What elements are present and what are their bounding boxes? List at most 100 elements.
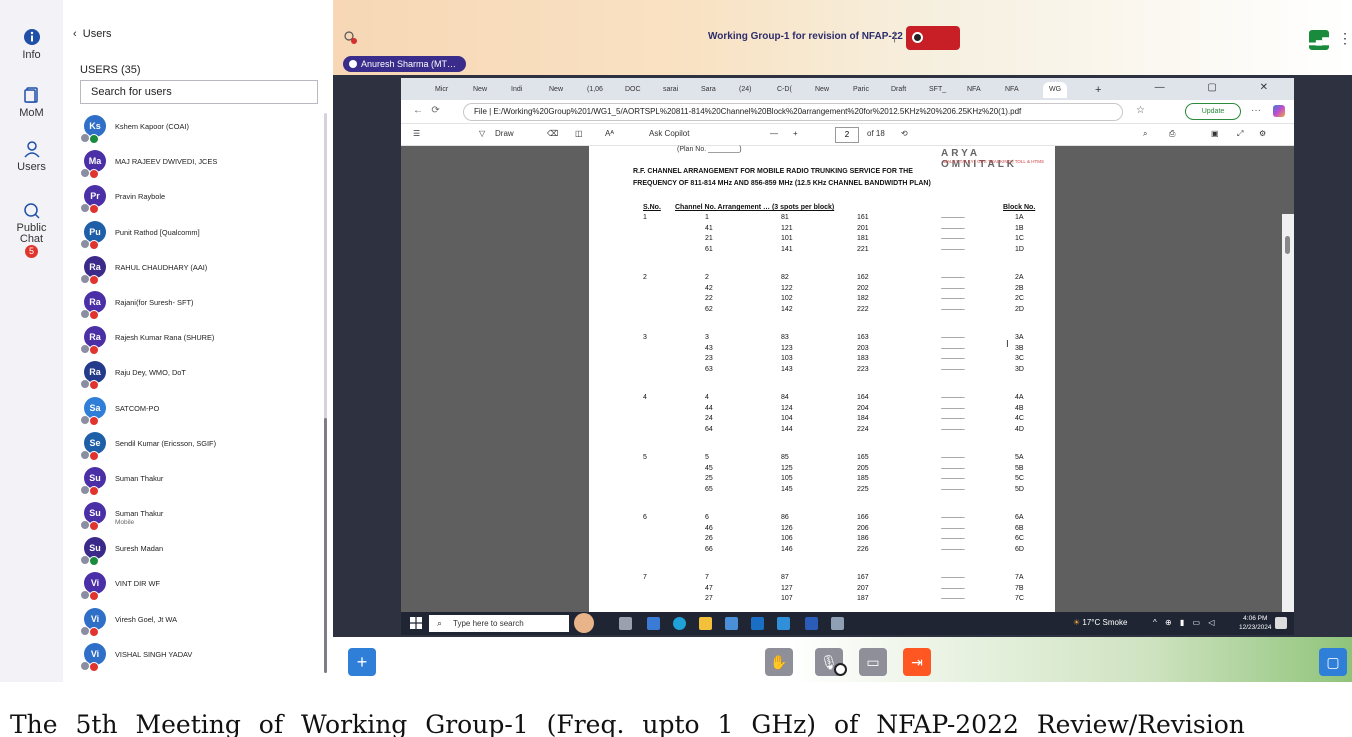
edge-icon[interactable]	[673, 617, 686, 630]
browser-tab[interactable]: New	[549, 82, 563, 98]
back-forward-reload-icons[interactable]: ← ⟳	[413, 105, 440, 116]
user-list-item[interactable]: Vi VISHAL SINGH YADAV	[80, 642, 310, 677]
user-list-item[interactable]: Sa SATCOM-PO	[80, 396, 310, 431]
user-list-item[interactable]: Pu Punit Rathod [Qualcomm]	[80, 220, 310, 255]
bing-avatar-icon[interactable]	[574, 613, 594, 633]
scrollbar-thumb[interactable]	[324, 418, 327, 673]
ellipsis-icon[interactable]: ···	[1251, 105, 1261, 116]
user-list-item[interactable]: Ra Rajesh Kumar Rana (SHURE)	[80, 325, 310, 360]
page-number-input[interactable]: 2	[835, 127, 859, 143]
view-icon[interactable]: ◫	[575, 129, 583, 138]
dash-separator: --------------------	[941, 296, 965, 302]
browser-tab[interactable]: NFA	[1005, 82, 1019, 98]
mute-button[interactable]: 🎙	[815, 648, 847, 676]
rail-item-users[interactable]: Users	[0, 140, 63, 173]
browser-tab[interactable]: sarai	[663, 82, 678, 98]
browser-tab[interactable]: (1,06	[587, 82, 603, 98]
pdf-scrollbar[interactable]	[1282, 214, 1294, 635]
print-icon[interactable]: ⎙	[1169, 129, 1175, 139]
windows-start-icon[interactable]	[410, 617, 422, 629]
notification-icon[interactable]	[1275, 617, 1287, 629]
rail-item-info[interactable]: Info	[0, 28, 63, 61]
user-list-item[interactable]: Su Suman Thakur Mobile	[80, 501, 310, 536]
user-list-item[interactable]: Ma MAJ RAJEEV DWIVEDI, JCES	[80, 149, 310, 184]
file-explorer-icon[interactable]	[699, 617, 712, 630]
user-list-item[interactable]: Vi Viresh Goel, Jt WA	[80, 607, 310, 642]
search-input[interactable]: Search for users	[80, 80, 318, 104]
actions-plus-button[interactable]: +	[348, 648, 376, 676]
rail-item-public-chat[interactable]: Public Chat 5	[0, 202, 63, 258]
browser-tab[interactable]: C-D(	[777, 82, 792, 98]
user-list-item[interactable]: Vi VINT DIR WF	[80, 571, 310, 606]
pdf-viewport[interactable]: (Plan No. ________) ARYA OMNITALK WALKY …	[401, 146, 1294, 635]
browser-tab[interactable]: New	[473, 82, 487, 98]
camera-button[interactable]: ▭	[859, 648, 887, 676]
window-controls[interactable]: — ▢ ✕	[1155, 82, 1288, 93]
list-icon[interactable]: ☰	[413, 129, 420, 138]
leave-button[interactable]: ⇥	[903, 648, 931, 676]
clock[interactable]: 4:06 PM 12/23/2024	[1239, 614, 1272, 632]
browser-tab[interactable]: Indi	[511, 82, 522, 98]
browser-tab[interactable]: WG	[1043, 82, 1068, 98]
browser-tab[interactable]: Draft	[891, 82, 906, 98]
user-list-item[interactable]: Ks Kshem Kapoor (COAI)	[80, 114, 310, 149]
word-icon[interactable]	[805, 617, 818, 630]
system-tray-icons[interactable]: ^ ⊕ ▮ ▭ ◁	[1153, 618, 1217, 627]
find-icon[interactable]: ⌕	[1143, 129, 1147, 139]
read-aloud-icon[interactable]: Aᴬ	[605, 129, 614, 138]
new-tab-button[interactable]: +	[1095, 82, 1101, 98]
browser-tab[interactable]: SFT_	[929, 82, 946, 98]
user-list-item[interactable]: Su Suresh Madan	[80, 536, 310, 571]
draw-icon[interactable]: ▽	[479, 129, 485, 138]
outlook-icon[interactable]	[751, 617, 764, 630]
user-list-item[interactable]: Ra Rajani(for Suresh- SFT)	[80, 290, 310, 325]
dash-separator: --------------------	[941, 455, 965, 461]
url-field[interactable]: File | E:/Working%20Group%201/WG1_5/AORT…	[463, 103, 1123, 121]
save-icon[interactable]: ▣	[1211, 129, 1219, 138]
expand-icon[interactable]: ⤢	[1237, 129, 1243, 139]
taskbar-search-input[interactable]: Type here to search	[429, 615, 569, 632]
browser-tab[interactable]: DOC	[625, 82, 641, 98]
users-scrollbar[interactable]	[324, 113, 327, 673]
channel-cell: 47	[705, 584, 713, 592]
browser-tab[interactable]: NFA	[967, 82, 981, 98]
ask-copilot-button[interactable]: Ask Copilot	[649, 129, 689, 138]
user-list-item[interactable]: Se Sendil Kumar (Ericsson, SGIF)	[80, 431, 310, 466]
channel-cell: 22	[705, 295, 713, 302]
draw-button[interactable]: Draw	[495, 129, 514, 138]
browser-tab[interactable]: New	[815, 82, 829, 98]
user-list-item[interactable]: Ra Raju Dey, WMO, DoT	[80, 360, 310, 395]
dash-separator: --------------------	[941, 525, 965, 532]
zoom-out-button[interactable]: —	[770, 129, 778, 138]
camera-off-icon: ▭	[866, 654, 880, 670]
task-view-icon[interactable]	[619, 617, 632, 630]
channel-cell: 81	[781, 214, 789, 221]
screenshare-button[interactable]: ▢	[1319, 648, 1347, 676]
more-options-icon[interactable]: ⋮	[1338, 30, 1352, 47]
eraser-icon[interactable]: ⌫	[547, 129, 558, 138]
favorite-star-icon[interactable]: ☆	[1136, 105, 1145, 116]
update-button[interactable]: Update	[1185, 103, 1241, 120]
user-list-item[interactable]: Pr Pravin Raybole	[80, 184, 310, 219]
browser-tab[interactable]: Micr	[435, 82, 448, 98]
rail-item-mom[interactable]: MoM	[0, 86, 63, 119]
recording-button[interactable]	[906, 26, 960, 50]
user-list-item[interactable]: Ra RAHUL CHAUDHARY (AAI)	[80, 255, 310, 290]
zoom-in-button[interactable]: +	[793, 129, 798, 138]
connection-status-icon[interactable]: ▂▄▆	[1309, 30, 1329, 50]
raise-hand-button[interactable]: ✋	[765, 648, 793, 676]
app-icon[interactable]	[831, 617, 844, 630]
copilot-icon[interactable]	[1273, 105, 1285, 117]
settings-icon[interactable]: ⚙	[1259, 129, 1266, 138]
app-icon[interactable]	[777, 617, 790, 630]
scrollbar-thumb[interactable]	[1285, 236, 1290, 254]
browser-tab[interactable]: Sara	[701, 82, 716, 98]
rotate-icon[interactable]: ⟲	[901, 129, 908, 138]
browser-tab[interactable]: Paric	[853, 82, 869, 98]
back-button[interactable]: ‹ Users	[73, 28, 112, 40]
weather-widget[interactable]: ☀ 17°C Smoke	[1073, 618, 1127, 627]
user-list-item[interactable]: Su Suman Thakur	[80, 466, 310, 501]
copilot-taskbar-icon[interactable]	[647, 617, 660, 630]
store-icon[interactable]	[725, 617, 738, 630]
browser-tab[interactable]: (24)	[739, 82, 751, 98]
